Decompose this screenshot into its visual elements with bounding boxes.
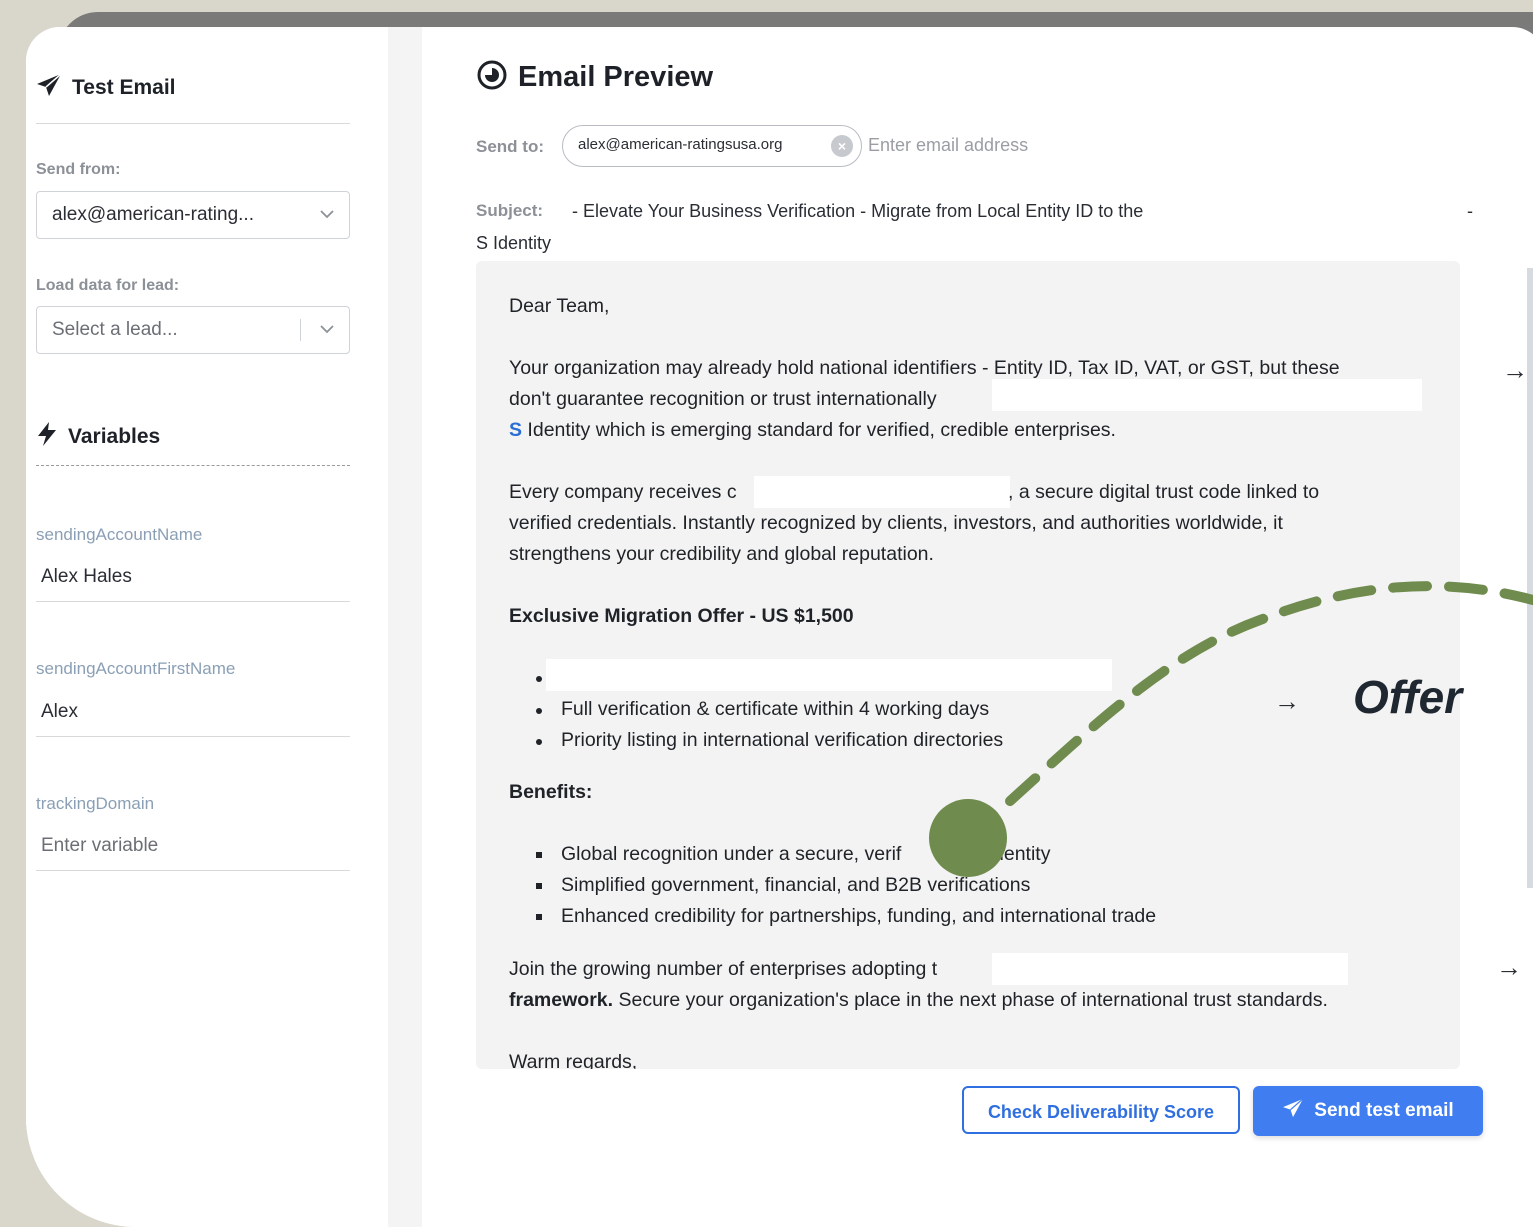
- eye-icon: [476, 59, 508, 96]
- body-text: Join the growing number of enterprises a…: [509, 958, 938, 980]
- input-underline: [36, 870, 350, 871]
- body-text: Every company receives c: [509, 481, 737, 503]
- variable-input[interactable]: Alex: [41, 701, 78, 723]
- variable-name: sendingAccountName: [36, 525, 203, 544]
- top-frame: [0, 0, 1533, 52]
- redaction-box: [992, 953, 1348, 985]
- bullet: [536, 739, 542, 745]
- body-text: Your organization may already hold natio…: [509, 357, 1340, 379]
- input-underline: [36, 736, 350, 737]
- variables-divider: [36, 465, 350, 466]
- load-lead-select[interactable]: Select a lead...: [36, 306, 350, 354]
- highlight-text: S: [509, 419, 523, 441]
- divider: [36, 123, 350, 124]
- bold-text: framework.: [509, 989, 614, 1011]
- redaction-box: [546, 659, 1112, 691]
- variables-header: Variables: [36, 421, 160, 452]
- redaction-box: [1185, 195, 1467, 225]
- send-button-label: Send test email: [1314, 1100, 1454, 1121]
- offer-annotation: Offer: [1353, 671, 1463, 723]
- arrow-icon: →: [1496, 952, 1522, 982]
- subject-tail: -: [1467, 201, 1473, 221]
- variable-name: sendingAccountFirstName: [36, 659, 236, 678]
- recipient-email: alex@american-ratingsusa.org: [578, 136, 783, 153]
- body-text: verified credentials. Instantly recogniz…: [509, 512, 1283, 534]
- redaction-box: [992, 379, 1422, 411]
- recipient-chip[interactable]: alex@american-ratingsusa.org ×: [562, 125, 862, 167]
- variable-input[interactable]: Alex Hales: [41, 566, 132, 588]
- body-text-rest: Secure your organization's place in the …: [613, 989, 1328, 1011]
- arrow-icon: →: [1274, 686, 1300, 716]
- list-item-tail: dentity: [993, 843, 1051, 865]
- send-from-label: Send from:: [36, 161, 121, 178]
- body-text: S Identity which is emerging standard fo…: [509, 419, 1116, 442]
- list-item: Enhanced credibility for partnerships, f…: [561, 905, 1157, 927]
- variables-title: Variables: [68, 424, 161, 448]
- list-item: Simplified government, financial, and B2…: [561, 874, 1031, 896]
- chevron-down-icon: [319, 321, 335, 342]
- subject-line: - Elevate Your Business Verification - M…: [572, 201, 1144, 221]
- subject-label: Subject:: [476, 201, 544, 220]
- bullet: [536, 676, 542, 682]
- load-lead-label: Load data for lead:: [36, 277, 180, 294]
- body-text-rest: Identity which is emerging standard for …: [522, 419, 1116, 441]
- email-address-input[interactable]: Enter email address: [868, 135, 1028, 156]
- paper-plane-icon: [36, 73, 62, 102]
- body-text: don't guarantee recognition or trust int…: [509, 388, 937, 410]
- list-item: Full verification & certificate within 4…: [561, 698, 990, 720]
- greeting: Dear Team,: [509, 295, 610, 317]
- send-from-value: alex@american-rating...: [52, 204, 254, 225]
- sidebar-header: Test Email: [36, 73, 175, 102]
- variable-name: trackingDomain: [36, 794, 155, 813]
- bullet: [536, 708, 542, 714]
- bullet: [536, 883, 542, 889]
- load-lead-placeholder: Select a lead...: [52, 319, 178, 340]
- body-text: strengthens your credibility and global …: [509, 543, 934, 565]
- chevron-down-icon: [319, 206, 335, 227]
- send-to-label: Send to:: [476, 137, 544, 156]
- lightning-icon: [36, 421, 58, 452]
- panel-separator: [388, 27, 422, 1227]
- app-window: Test Email Send from: alex@american-rati…: [26, 27, 1533, 1227]
- closing: Warm regards,: [509, 1051, 638, 1069]
- list-item: Global recognition under a secure, verif: [561, 843, 902, 865]
- body-text: framework. Secure your organization's pl…: [509, 989, 1328, 1012]
- test-email-sidebar: Test Email Send from: alex@american-rati…: [26, 27, 388, 1227]
- sidebar-title: Test Email: [72, 75, 176, 99]
- select-separator: [300, 319, 301, 341]
- offer-heading: Exclusive Migration Offer - US $1,500: [509, 605, 854, 627]
- send-test-email-button[interactable]: Send test email: [1253, 1086, 1483, 1136]
- variable-input[interactable]: Enter variable: [41, 835, 158, 857]
- send-from-select[interactable]: alex@american-rating...: [36, 191, 350, 239]
- email-preview-header: Email Preview: [476, 59, 713, 96]
- page-title: Email Preview: [518, 61, 714, 93]
- remove-recipient-icon[interactable]: ×: [831, 135, 853, 157]
- paper-plane-icon: [1282, 1098, 1304, 1124]
- subject-line-continued: S Identity: [476, 233, 552, 253]
- input-underline: [36, 601, 350, 602]
- bullet: [536, 914, 542, 920]
- benefits-heading: Benefits:: [509, 781, 593, 803]
- list-item: Priority listing in international verifi…: [561, 729, 1004, 751]
- redaction-box: [754, 476, 1010, 508]
- email-body-preview: Dear Team, Your organization may already…: [476, 261, 1460, 1069]
- bullet: [536, 852, 542, 858]
- body-text: , a secure digital trust code linked to: [1008, 481, 1320, 503]
- check-deliverability-button[interactable]: Check Deliverability Score: [962, 1086, 1240, 1134]
- arrow-icon: →: [1502, 355, 1528, 385]
